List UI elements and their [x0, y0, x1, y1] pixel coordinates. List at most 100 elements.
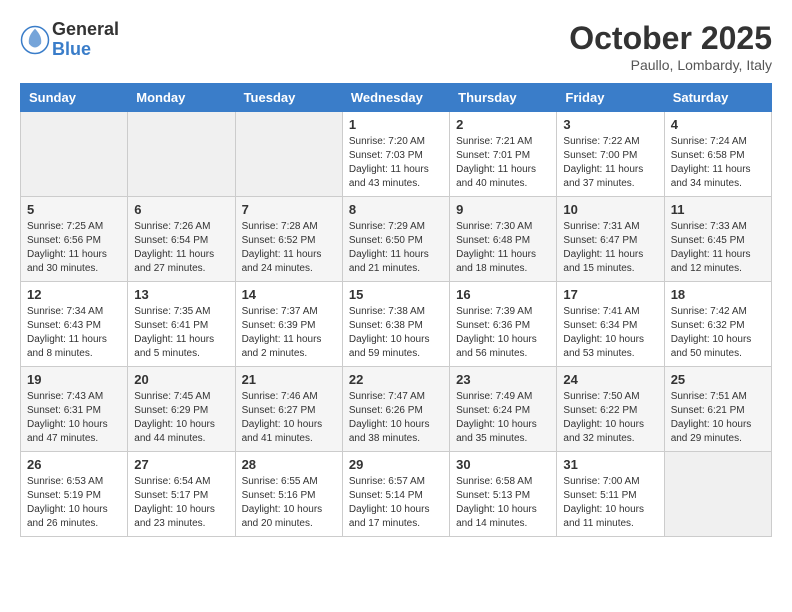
- weekday-header-friday: Friday: [557, 84, 664, 112]
- day-number: 25: [671, 372, 765, 387]
- day-number: 27: [134, 457, 228, 472]
- day-number: 5: [27, 202, 121, 217]
- day-info: Sunrise: 7:42 AM Sunset: 6:32 PM Dayligh…: [671, 305, 765, 361]
- day-number: 28: [242, 457, 336, 472]
- calendar-cell: 12 Sunrise: 7:34 AM Sunset: 6:43 PM Dayli…: [21, 282, 128, 367]
- calendar-cell: 7 Sunrise: 7:28 AM Sunset: 6:52 PM Daylig…: [235, 197, 342, 282]
- day-number: 4: [671, 117, 765, 132]
- day-number: 31: [563, 457, 657, 472]
- day-number: 9: [456, 202, 550, 217]
- calendar-cell: 23 Sunrise: 7:49 AM Sunset: 6:24 PM Dayli…: [450, 367, 557, 452]
- calendar-cell: 14Sunrise: 7:37 AM Sunset: 6:39 PM Dayli…: [235, 282, 342, 367]
- day-info: Sunrise: 7:43 AM Sunset: 6:31 PM Dayligh…: [27, 390, 121, 446]
- weekday-header-monday: Monday: [128, 84, 235, 112]
- calendar-cell: 9 Sunrise: 7:30 AM Sunset: 6:48 PM Daylig…: [450, 197, 557, 282]
- day-info: Sunrise: 7:26 AM Sunset: 6:54 PM Dayligh…: [134, 220, 228, 276]
- calendar-cell: 17Sunrise: 7:41 AM Sunset: 6:34 PM Dayli…: [557, 282, 664, 367]
- logo-general: General: [52, 20, 119, 40]
- day-info: Sunrise: 7:25 AM Sunset: 6:56 PM Dayligh…: [27, 220, 121, 276]
- day-number: 16: [456, 287, 550, 302]
- weekday-header-saturday: Saturday: [664, 84, 771, 112]
- weekday-header-wednesday: Wednesday: [342, 84, 449, 112]
- week-row-1: 1Sunrise: 7:20 AM Sunset: 7:03 PM Daylig…: [21, 112, 772, 197]
- calendar-cell: 22 Sunrise: 7:47 AM Sunset: 6:26 PM Dayli…: [342, 367, 449, 452]
- calendar-cell: 10 Sunrise: 7:31 AM Sunset: 6:47 PM Dayli…: [557, 197, 664, 282]
- day-number: 3: [563, 117, 657, 132]
- day-info: Sunrise: 6:53 AM Sunset: 5:19 PM Dayligh…: [27, 475, 121, 531]
- day-number: 11: [671, 202, 765, 217]
- day-info: Sunrise: 7:24 AM Sunset: 6:58 PM Dayligh…: [671, 135, 765, 191]
- day-info: Sunrise: 7:46 AM Sunset: 6:27 PM Dayligh…: [242, 390, 336, 446]
- day-info: Sunrise: 6:57 AM Sunset: 5:14 PM Dayligh…: [349, 475, 443, 531]
- calendar-cell: 25 Sunrise: 7:51 AM Sunset: 6:21 PM Dayli…: [664, 367, 771, 452]
- weekday-header-sunday: Sunday: [21, 84, 128, 112]
- calendar-cell: 20 Sunrise: 7:45 AM Sunset: 6:29 PM Dayli…: [128, 367, 235, 452]
- calendar-cell: 26Sunrise: 6:53 AM Sunset: 5:19 PM Dayli…: [21, 452, 128, 537]
- month-title: October 2025: [569, 20, 772, 57]
- location-subtitle: Paullo, Lombardy, Italy: [569, 57, 772, 73]
- day-info: Sunrise: 7:49 AM Sunset: 6:24 PM Dayligh…: [456, 390, 550, 446]
- day-number: 8: [349, 202, 443, 217]
- day-number: 23: [456, 372, 550, 387]
- day-number: 22: [349, 372, 443, 387]
- title-section: October 2025 Paullo, Lombardy, Italy: [569, 20, 772, 73]
- day-number: 18: [671, 287, 765, 302]
- logo-blue: Blue: [52, 40, 119, 60]
- day-info: Sunrise: 7:21 AM Sunset: 7:01 PM Dayligh…: [456, 135, 550, 191]
- day-number: 15: [349, 287, 443, 302]
- calendar-cell: 13Sunrise: 7:35 AM Sunset: 6:41 PM Dayli…: [128, 282, 235, 367]
- logo: General Blue: [20, 20, 119, 60]
- day-info: Sunrise: 7:34 AM Sunset: 6:43 PM Dayligh…: [27, 305, 121, 361]
- day-number: 14: [242, 287, 336, 302]
- calendar-cell: 30 Sunrise: 6:58 AM Sunset: 5:13 PM Dayli…: [450, 452, 557, 537]
- calendar-cell: 6 Sunrise: 7:26 AM Sunset: 6:54 PM Daylig…: [128, 197, 235, 282]
- calendar-cell: 2 Sunrise: 7:21 AM Sunset: 7:01 PM Daylig…: [450, 112, 557, 197]
- weekday-header-row: SundayMondayTuesdayWednesdayThursdayFrid…: [21, 84, 772, 112]
- calendar-cell: 5 Sunrise: 7:25 AM Sunset: 6:56 PM Daylig…: [21, 197, 128, 282]
- calendar-table: SundayMondayTuesdayWednesdayThursdayFrid…: [20, 83, 772, 537]
- day-number: 2: [456, 117, 550, 132]
- calendar-cell: 24 Sunrise: 7:50 AM Sunset: 6:22 PM Dayli…: [557, 367, 664, 452]
- day-info: Sunrise: 7:47 AM Sunset: 6:26 PM Dayligh…: [349, 390, 443, 446]
- calendar-cell: [235, 112, 342, 197]
- day-info: Sunrise: 6:58 AM Sunset: 5:13 PM Dayligh…: [456, 475, 550, 531]
- logo-text: General Blue: [52, 20, 119, 60]
- calendar-cell: 1Sunrise: 7:20 AM Sunset: 7:03 PM Daylig…: [342, 112, 449, 197]
- calendar-cell: 19 Sunrise: 7:43 AM Sunset: 6:31 PM Dayli…: [21, 367, 128, 452]
- day-number: 29: [349, 457, 443, 472]
- calendar-cell: [664, 452, 771, 537]
- calendar-cell: 18 Sunrise: 7:42 AM Sunset: 6:32 PM Dayli…: [664, 282, 771, 367]
- calendar-cell: 21 Sunrise: 7:46 AM Sunset: 6:27 PM Dayli…: [235, 367, 342, 452]
- calendar-cell: 27Sunrise: 6:54 AM Sunset: 5:17 PM Dayli…: [128, 452, 235, 537]
- day-info: Sunrise: 7:28 AM Sunset: 6:52 PM Dayligh…: [242, 220, 336, 276]
- day-info: Sunrise: 7:45 AM Sunset: 6:29 PM Dayligh…: [134, 390, 228, 446]
- day-info: Sunrise: 7:41 AM Sunset: 6:34 PM Dayligh…: [563, 305, 657, 361]
- day-info: Sunrise: 7:31 AM Sunset: 6:47 PM Dayligh…: [563, 220, 657, 276]
- day-number: 20: [134, 372, 228, 387]
- day-number: 19: [27, 372, 121, 387]
- day-number: 30: [456, 457, 550, 472]
- day-info: Sunrise: 7:33 AM Sunset: 6:45 PM Dayligh…: [671, 220, 765, 276]
- day-info: Sunrise: 7:35 AM Sunset: 6:41 PM Dayligh…: [134, 305, 228, 361]
- calendar-cell: 15 Sunrise: 7:38 AM Sunset: 6:38 PM Dayli…: [342, 282, 449, 367]
- day-info: Sunrise: 7:50 AM Sunset: 6:22 PM Dayligh…: [563, 390, 657, 446]
- day-number: 24: [563, 372, 657, 387]
- day-number: 21: [242, 372, 336, 387]
- calendar-cell: 16 Sunrise: 7:39 AM Sunset: 6:36 PM Dayli…: [450, 282, 557, 367]
- calendar-cell: 8Sunrise: 7:29 AM Sunset: 6:50 PM Daylig…: [342, 197, 449, 282]
- day-number: 7: [242, 202, 336, 217]
- weekday-header-tuesday: Tuesday: [235, 84, 342, 112]
- day-info: Sunrise: 7:38 AM Sunset: 6:38 PM Dayligh…: [349, 305, 443, 361]
- day-info: Sunrise: 7:30 AM Sunset: 6:48 PM Dayligh…: [456, 220, 550, 276]
- calendar-cell: 11 Sunrise: 7:33 AM Sunset: 6:45 PM Dayli…: [664, 197, 771, 282]
- day-info: Sunrise: 7:39 AM Sunset: 6:36 PM Dayligh…: [456, 305, 550, 361]
- calendar-cell: 31 Sunrise: 7:00 AM Sunset: 5:11 PM Dayli…: [557, 452, 664, 537]
- weekday-header-thursday: Thursday: [450, 84, 557, 112]
- day-number: 12: [27, 287, 121, 302]
- day-number: 6: [134, 202, 228, 217]
- day-info: Sunrise: 7:51 AM Sunset: 6:21 PM Dayligh…: [671, 390, 765, 446]
- day-info: Sunrise: 7:20 AM Sunset: 7:03 PM Dayligh…: [349, 135, 443, 191]
- day-info: Sunrise: 7:00 AM Sunset: 5:11 PM Dayligh…: [563, 475, 657, 531]
- week-row-2: 5 Sunrise: 7:25 AM Sunset: 6:56 PM Daylig…: [21, 197, 772, 282]
- day-number: 10: [563, 202, 657, 217]
